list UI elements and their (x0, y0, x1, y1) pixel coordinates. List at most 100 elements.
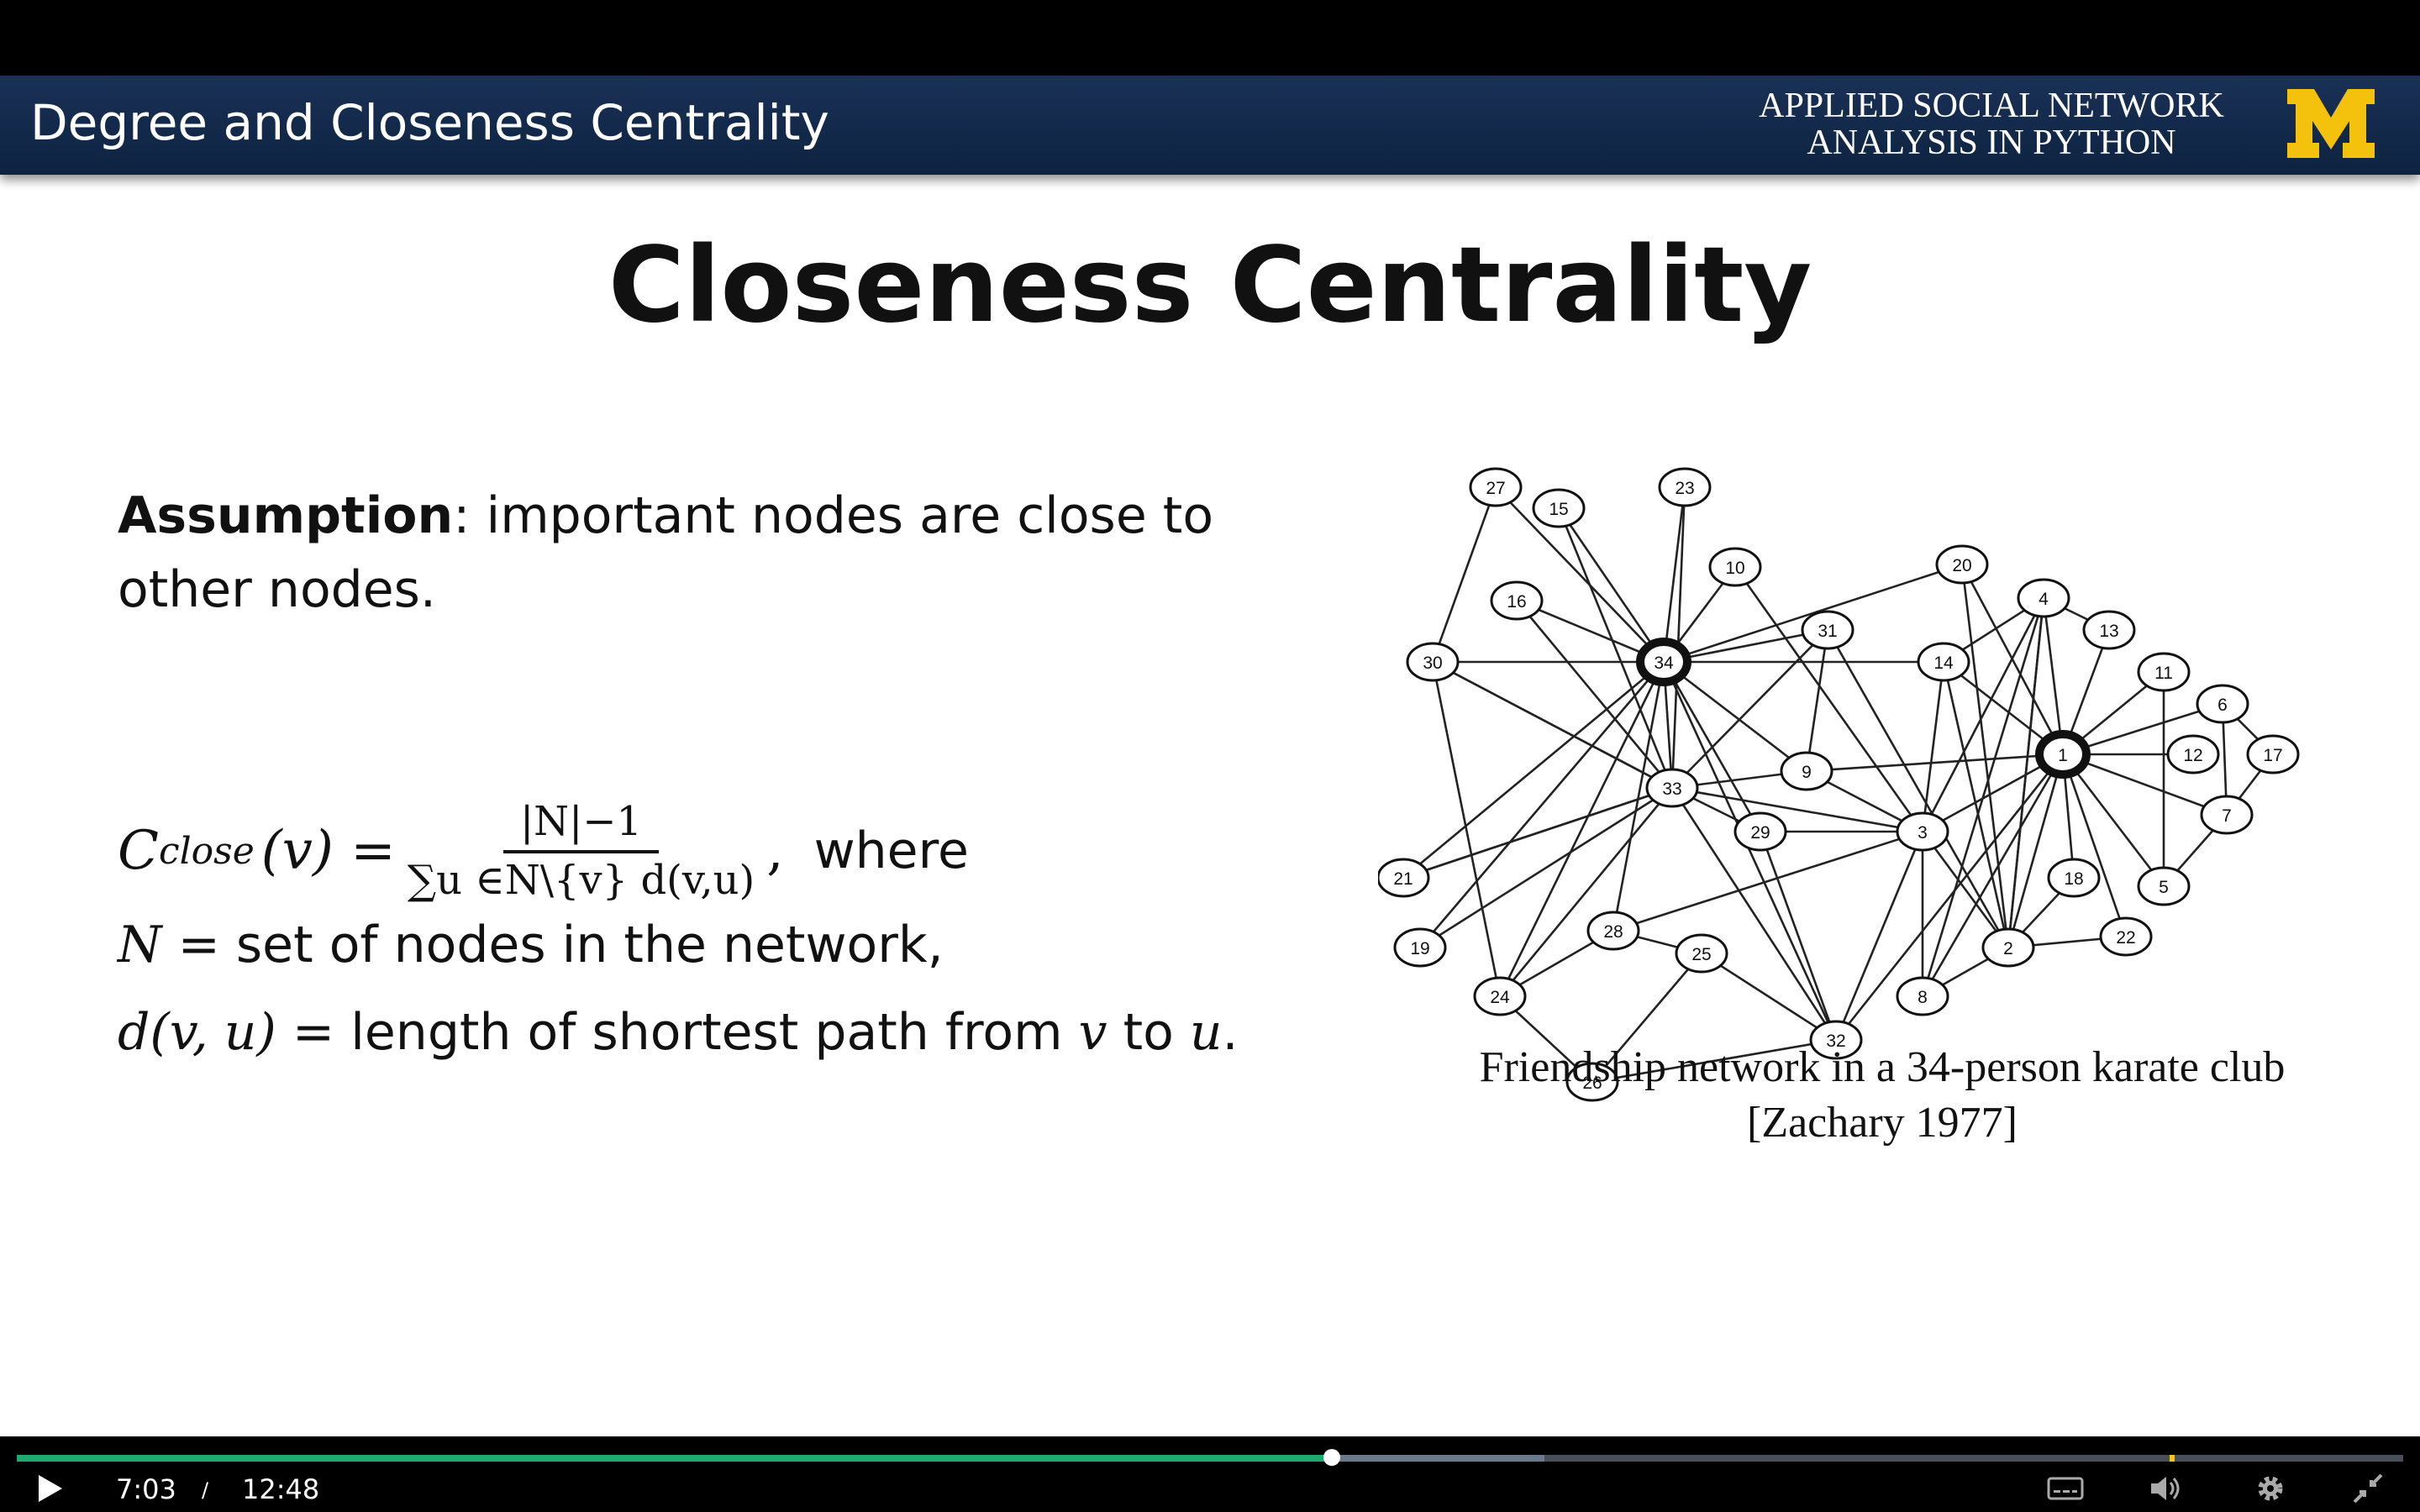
network-edge-33-3 (1671, 786, 1923, 833)
network-node-label: 34 (1654, 654, 1674, 673)
network-node-15: 15 (1532, 488, 1586, 528)
network-node-label: 20 (1952, 556, 1971, 575)
caption-line1: Friendship network in a 34-person karate… (1479, 1043, 2286, 1091)
network-node-label: 12 (2183, 746, 2202, 765)
formula-lhs-arg: (v) = (260, 820, 396, 882)
network-node-12: 12 (2166, 734, 2220, 774)
network-node-label: 31 (1818, 622, 1837, 641)
network-node-label: 13 (2099, 622, 2118, 641)
network-node-18: 18 (2047, 858, 2101, 898)
network-node-label: 11 (2154, 664, 2173, 683)
network-node-16: 16 (1490, 580, 1544, 621)
network-node-24: 24 (1473, 976, 1527, 1016)
network-node-3: 3 (1896, 811, 1949, 852)
network-node-14: 14 (1917, 642, 1970, 682)
exit-fullscreen-icon[interactable] (2349, 1472, 2386, 1505)
def-d-u: u (1189, 1003, 1223, 1062)
course-name-line1: APPLIED SOCIAL NETWORK (1759, 87, 2224, 125)
network-node-27: 27 (1469, 467, 1523, 507)
karate-club-network: 27 15 23 10 16 34 31 20 4 13 11 6 17 30 14 1 12 7 21 33 9 29 3… (1378, 467, 2300, 1102)
progress-marker (2169, 1455, 2175, 1462)
network-node-20: 20 (1935, 544, 1989, 585)
network-node-9: 9 (1780, 751, 1833, 791)
network-node-8: 8 (1896, 976, 1949, 1016)
settings-gear-icon[interactable] (2252, 1472, 2289, 1505)
network-node-label: 23 (1675, 479, 1694, 498)
network-node-10: 10 (1708, 547, 1762, 587)
network-node-5: 5 (2137, 866, 2191, 906)
network-node-label: 8 (1918, 988, 1928, 1007)
formula-where: where (813, 822, 969, 880)
network-edge-19-34 (1419, 661, 1665, 948)
network-node-label: 14 (1933, 654, 1954, 673)
network-node-label: 3 (1918, 823, 1928, 843)
def-d-v: v (1078, 1003, 1107, 1062)
network-node-label: 17 (2263, 746, 2282, 765)
slide-header-bar: Degree and Closeness Centrality APPLIED … (0, 76, 2420, 175)
formula-denominator: ∑u ∈N\{v} d(v,u) (407, 857, 755, 904)
network-node-30: 30 (1406, 642, 1460, 682)
network-node-label: 27 (1486, 479, 1505, 498)
network-node-28: 28 (1586, 911, 1640, 951)
network-edge-14-3 (1921, 661, 1945, 832)
network-node-31: 31 (1801, 610, 1854, 650)
network-node-label: 21 (1393, 869, 1413, 889)
network-edge-9-1 (1806, 753, 2064, 773)
network-node-label: 19 (1410, 939, 1429, 958)
network-edge-33-30 (1432, 660, 1673, 790)
captions-icon[interactable] (2047, 1472, 2084, 1505)
network-node-label: 6 (2217, 696, 2228, 715)
network-node-34: 34 (1636, 638, 1691, 686)
definition-n: N = set of nodes in the network, (118, 916, 944, 974)
network-node-11: 11 (2137, 652, 2191, 692)
network-node-label: 33 (1662, 780, 1681, 799)
network-node-label: 16 (1507, 592, 1526, 612)
assumption-label: Assumption (118, 486, 454, 545)
network-node-1: 1 (2035, 730, 2091, 779)
slide-heading: Closeness Centrality (608, 225, 1812, 346)
current-time: 7:03 (116, 1473, 176, 1505)
network-node-33: 33 (1645, 768, 1699, 808)
network-node-label: 24 (1490, 988, 1510, 1007)
network-node-19: 19 (1393, 927, 1447, 968)
network-edge-31-2 (1826, 629, 2010, 948)
university-logo (2287, 89, 2375, 158)
network-edge-31-9 (1805, 629, 1829, 772)
formula-fraction: |N|−1 ∑u ∈N\{v} d(v,u) (408, 798, 755, 904)
network-node-label: 7 (2222, 806, 2232, 826)
network-node-label: 10 (1725, 559, 1744, 578)
closeness-formula: C close (v) = |N|−1 ∑u ∈N\{v} d(v,u) , w… (118, 798, 969, 904)
volume-icon[interactable] (2148, 1472, 2185, 1505)
network-edge-10-3 (1733, 566, 1924, 832)
network-node-label: 29 (1750, 823, 1770, 843)
play-icon[interactable] (32, 1472, 69, 1505)
network-node-label: 4 (2039, 590, 2049, 609)
progress-thumb[interactable] (1323, 1449, 1340, 1466)
network-edge-22-1 (2061, 753, 2128, 937)
progress-bar[interactable] (17, 1449, 2403, 1466)
network-node-label: 9 (1802, 763, 1812, 782)
slide: Degree and Closeness Centrality APPLIED … (0, 76, 2420, 1436)
def-d-symbol: d(v, u) (118, 1003, 276, 1062)
network-node-label: 2 (2003, 939, 2013, 958)
network-edge-2-4 (2007, 597, 2045, 948)
network-node-label: 22 (2116, 928, 2135, 948)
formula-numerator: |N|−1 (502, 798, 660, 853)
formula-comma: , (766, 820, 784, 882)
formula-subscript: close (158, 829, 255, 873)
network-node-label: 28 (1603, 922, 1623, 942)
network-node-label: 1 (2058, 746, 2068, 765)
network-node-label: 5 (2159, 878, 2169, 897)
def-n-symbol: N (118, 916, 162, 974)
definition-d: d(v, u) = length of shortest path from v… (118, 1003, 1239, 1062)
network-node-4: 4 (2017, 578, 2070, 618)
network-node-21: 21 (1378, 858, 1430, 898)
time-separator: / (202, 1478, 209, 1502)
slide-section-title: Degree and Closeness Centrality (30, 94, 829, 151)
video-player: Degree and Closeness Centrality APPLIED … (0, 0, 2420, 1512)
network-node-23: 23 (1658, 467, 1712, 507)
assumption-text: Assumption: important nodes are close to… (118, 479, 1311, 627)
network-node-6: 6 (2196, 684, 2249, 724)
formula-symbol-c: C (118, 820, 159, 882)
network-node-29: 29 (1733, 811, 1787, 852)
